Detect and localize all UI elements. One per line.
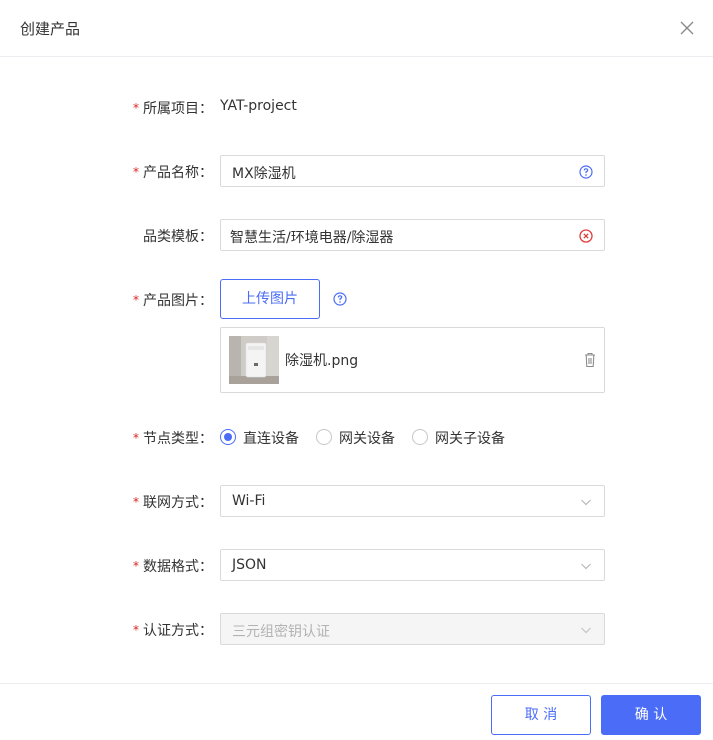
radio-circle <box>412 429 428 445</box>
required-mark: * <box>133 293 139 307</box>
chevron-down-icon <box>578 622 594 638</box>
data-format-row: * 数据格式： JSON <box>0 549 713 581</box>
category-input[interactable]: 智慧生活/环境电器/除湿器 <box>220 219 605 251</box>
required-mark: * <box>133 165 139 179</box>
node-type-row: * 节点类型： 直连设备 网关设备 网关子设备 <box>0 427 713 449</box>
radio-circle <box>316 429 332 445</box>
network-label: * 联网方式： <box>133 495 213 511</box>
network-select[interactable]: Wi-Fi <box>220 485 605 517</box>
confirm-button[interactable]: 确 认 <box>601 695 701 735</box>
project-label: * 所属项目： <box>133 101 213 117</box>
auth-row: * 认证方式： 三元组密钥认证 <box>0 613 713 645</box>
required-mark: * <box>133 495 139 509</box>
category-value: 智慧生活/环境电器/除湿器 <box>230 230 394 246</box>
product-image-row: * 产品图片： 上传图片 除湿机.png <box>0 279 713 393</box>
cancel-button[interactable]: 取 消 <box>491 695 591 735</box>
network-row: * 联网方式： Wi-Fi <box>0 485 713 517</box>
radio-circle <box>220 429 236 445</box>
dialog-footer: 取 消 确 认 <box>0 683 713 740</box>
required-mark: * <box>133 559 139 573</box>
trash-icon[interactable] <box>582 351 598 369</box>
dialog-title: 创建产品 <box>20 20 81 38</box>
data-format-value: JSON <box>232 557 267 573</box>
project-value: YAT-project <box>220 98 297 114</box>
chevron-down-icon <box>578 494 594 510</box>
clear-icon[interactable] <box>578 228 594 244</box>
product-name-value: MX除湿机 <box>232 166 296 182</box>
required-mark: * <box>133 623 139 637</box>
data-format-label: * 数据格式： <box>133 559 213 575</box>
network-value: Wi-Fi <box>232 493 266 509</box>
category-label: 品类模板： <box>143 229 213 245</box>
required-mark: * <box>133 431 139 445</box>
required-mark: * <box>133 101 139 115</box>
dialog-header: 创建产品 <box>0 0 713 57</box>
data-format-select[interactable]: JSON <box>220 549 605 581</box>
close-icon[interactable] <box>675 16 699 40</box>
product-name-row: * 产品名称： MX除湿机 <box>0 155 713 187</box>
project-row: * 所属项目： YAT-project <box>0 96 713 118</box>
auth-value: 三元组密钥认证 <box>232 624 330 640</box>
auth-label: * 认证方式： <box>133 623 213 639</box>
create-product-dialog: 创建产品 * 所属项目： YAT-project * 产品名称： MX除湿机 品类模… <box>0 0 713 740</box>
uploaded-file-card: 除湿机.png <box>220 327 605 393</box>
auth-select: 三元组密钥认证 <box>220 613 605 645</box>
chevron-down-icon <box>578 558 594 574</box>
radio-direct-device[interactable]: 直连设备 <box>220 427 305 447</box>
help-icon[interactable] <box>332 291 348 307</box>
radio-gateway-sub-device[interactable]: 网关子设备 <box>412 427 512 447</box>
category-row: 品类模板： 智慧生活/环境电器/除湿器 <box>0 219 713 251</box>
product-name-input[interactable]: MX除湿机 <box>220 155 605 187</box>
help-icon[interactable] <box>578 164 594 180</box>
dehumidifier-thumbnail <box>229 336 279 384</box>
radio-gateway-device[interactable]: 网关设备 <box>316 427 401 447</box>
upload-image-button[interactable]: 上传图片 <box>220 279 320 319</box>
node-type-label: * 节点类型： <box>133 431 213 447</box>
product-image-label: * 产品图片： <box>133 293 213 309</box>
file-name: 除湿机.png <box>285 353 359 369</box>
product-name-label: * 产品名称： <box>133 165 213 181</box>
